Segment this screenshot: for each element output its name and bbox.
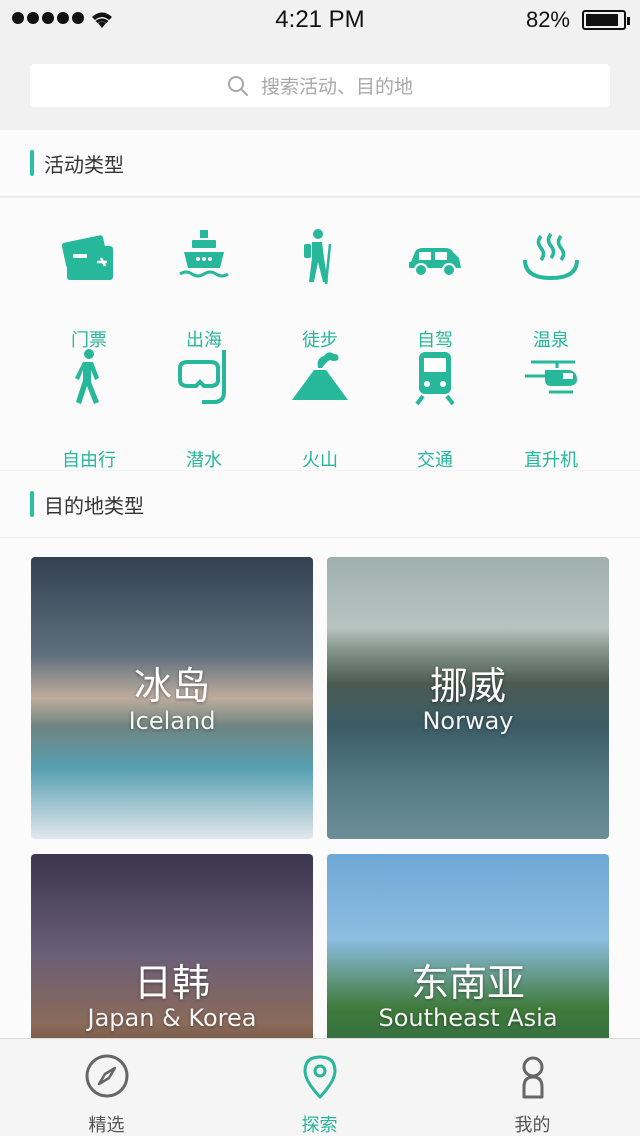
activity-transport[interactable]: 交通 — [377, 348, 493, 471]
compass-icon — [85, 1054, 129, 1098]
destination-name-en: Southeast Asia — [378, 1004, 558, 1032]
ship-icon — [179, 230, 229, 278]
destination-grid: 冰岛 Iceland 挪威 Norway 日韩 Japan & Korea 东南… — [0, 538, 640, 1136]
activity-hiking[interactable]: 徒步 — [262, 228, 378, 351]
activity-grid: 门票 出海 徒步 自驾 温泉 自由行 潜水 火山 交通 直升机 — [0, 198, 640, 471]
destination-name-en: Japan & Korea — [87, 1004, 257, 1032]
tab-bar: 精选 探索 我的 — [0, 1038, 640, 1136]
activity-independent-travel[interactable]: 自由行 — [31, 348, 147, 471]
tab-label: 探索 — [301, 1115, 338, 1136]
search-area: 搜索活动、目的地 — [0, 40, 640, 130]
destination-section-title: 目的地类型 — [44, 494, 144, 518]
search-input[interactable]: 搜索活动、目的地 — [30, 64, 610, 107]
volcano-icon — [292, 352, 348, 400]
section-accent-bar — [30, 150, 34, 176]
tab-label: 我的 — [514, 1115, 551, 1136]
activity-label: 自由行 — [62, 450, 116, 471]
activity-section-title: 活动类型 — [44, 153, 124, 177]
battery-percentage: 82% — [525, 7, 570, 32]
destination-section-header: 目的地类型 — [0, 471, 640, 538]
location-pin-icon — [303, 1055, 337, 1099]
helicopter-icon — [525, 360, 577, 394]
tab-featured[interactable]: 精选 — [0, 1039, 213, 1136]
walker-icon — [75, 349, 99, 404]
status-bar: 4:21 PM 82% — [0, 0, 640, 40]
destination-name-cn: 冰岛 — [133, 664, 210, 708]
battery-icon — [582, 10, 630, 30]
hot-spring-icon — [523, 232, 579, 281]
car-icon — [409, 248, 461, 277]
activity-label: 交通 — [417, 450, 453, 471]
activity-label: 直升机 — [524, 450, 578, 471]
destination-card-iceland[interactable]: 冰岛 Iceland — [31, 557, 313, 839]
activity-self-drive[interactable]: 自驾 — [377, 228, 493, 351]
activity-helicopter[interactable]: 直升机 — [493, 348, 609, 471]
activity-ship[interactable]: 出海 — [146, 228, 262, 351]
person-icon — [522, 1056, 544, 1099]
tab-label: 精选 — [88, 1115, 125, 1136]
app-screen: 4:21 PM 82% 搜索活动、目的地 活动类型 门票 出海 徒步 自驾 温泉… — [0, 0, 640, 1136]
activity-hot-spring[interactable]: 温泉 — [493, 228, 609, 351]
destination-name-cn: 日韩 — [133, 961, 210, 1005]
section-accent-bar — [30, 491, 34, 517]
activity-volcano[interactable]: 火山 — [262, 348, 378, 471]
destination-name-en: Norway — [422, 707, 514, 735]
destination-card-norway[interactable]: 挪威 Norway — [327, 557, 609, 839]
destination-name-en: Iceland — [128, 707, 216, 735]
destination-name-cn: 东南亚 — [410, 961, 525, 1005]
activity-section-header: 活动类型 — [0, 130, 640, 197]
destination-name-cn: 挪威 — [429, 664, 506, 708]
activity-diving[interactable]: 潜水 — [146, 348, 262, 471]
tab-explore[interactable]: 探索 — [213, 1039, 426, 1136]
activity-label: 潜水 — [186, 450, 222, 471]
search-icon — [227, 75, 248, 96]
train-icon — [415, 352, 455, 406]
tab-mine[interactable]: 我的 — [426, 1039, 639, 1136]
ticket-icon — [61, 235, 113, 280]
search-placeholder: 搜索活动、目的地 — [260, 76, 413, 98]
hiker-icon — [304, 229, 332, 285]
activity-ticket[interactable]: 门票 — [31, 228, 147, 351]
activity-label: 火山 — [302, 450, 338, 471]
diving-mask-icon — [178, 350, 226, 404]
